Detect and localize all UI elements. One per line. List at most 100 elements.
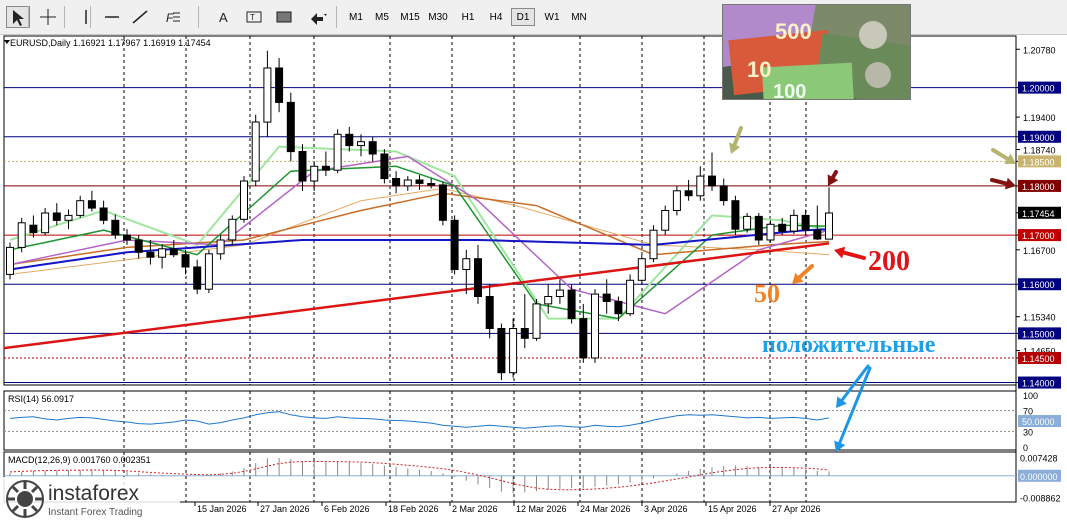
price-tick-label: 1.19400 — [1023, 113, 1056, 123]
bearish-candle — [520, 328, 529, 339]
bearish-candle — [708, 175, 716, 187]
bullish-candle — [263, 67, 272, 123]
bearish-candle — [321, 165, 330, 171]
currency-banknotes-image: 500 10 100 — [722, 4, 911, 100]
bearish-candle — [298, 151, 307, 182]
bearish-candle — [450, 219, 459, 271]
bearish-candle — [368, 141, 377, 155]
annotation-200: 200 — [868, 246, 910, 277]
bearish-candle — [415, 179, 424, 184]
rsi-label: RSI(14) 56.0917 — [8, 394, 74, 404]
bullish-candle — [591, 293, 599, 359]
bearish-candle — [731, 200, 740, 230]
bullish-candle — [532, 303, 541, 339]
bearish-candle — [567, 289, 576, 320]
bearish-candle — [754, 215, 763, 241]
bullish-candle — [76, 200, 85, 216]
bearish-candle — [146, 251, 155, 258]
bearish-candle — [181, 254, 190, 268]
bullish-candle — [357, 141, 365, 147]
logo-name: instaforex — [48, 482, 140, 505]
price-tick-label: 1.15340 — [1023, 313, 1056, 323]
bullish-candle — [310, 165, 319, 182]
bullish-candle — [41, 212, 50, 234]
banknote-500-label: 500 — [775, 19, 812, 44]
date-label: 2 Mar 2026 — [452, 504, 498, 514]
bearish-candle — [684, 190, 693, 197]
bearish-candle — [169, 248, 178, 256]
bullish-candle — [661, 210, 670, 231]
macd-tick-label: 0.000000 — [1020, 472, 1058, 482]
logo-tagline: Instant Forex Trading — [48, 507, 143, 518]
bullish-candle — [743, 215, 752, 230]
date-label: 27 Jan 2026 — [260, 504, 310, 514]
bullish-candle — [696, 175, 705, 197]
rsi-tick-label: 30 — [1023, 427, 1033, 437]
macd-tick-label: 0.007428 — [1020, 454, 1058, 464]
bullish-candle — [216, 239, 225, 255]
bullish-candle — [462, 258, 471, 271]
bearish-candle — [87, 200, 96, 209]
bullish-candle — [766, 223, 775, 241]
bullish-candle — [240, 180, 248, 220]
price-tick-label: 1.14000 — [1022, 379, 1055, 389]
date-axis: 15 Jan 2026 27 Jan 2026 6 Feb 2026 18 Feb 2… — [194, 502, 821, 514]
date-label: 15 Apr 2026 — [708, 504, 757, 514]
instaforex-logo: instaforex Instant Forex Trading — [0, 477, 180, 523]
price-tick-label: 1.20780 — [1023, 45, 1056, 55]
bearish-candle — [485, 296, 494, 329]
bearish-candle — [497, 328, 506, 374]
bullish-candle — [251, 121, 260, 182]
bearish-candle — [778, 223, 787, 232]
macd-tick-label: -0.008862 — [1020, 493, 1061, 503]
bullish-candle — [789, 214, 798, 232]
bearish-candle — [602, 293, 611, 303]
price-tick-label: 1.16000 — [1022, 280, 1055, 290]
bearish-candle — [719, 185, 728, 202]
bearish-candle — [111, 219, 120, 236]
date-label: 6 Feb 2026 — [324, 504, 370, 514]
price-tick-label: 1.18000 — [1022, 182, 1055, 192]
date-label: 3 Apr 2026 — [644, 504, 688, 514]
price-tick-label: 1.16700 — [1023, 246, 1056, 256]
bearish-candle — [801, 214, 810, 231]
bullish-candle — [672, 190, 681, 212]
date-label: 27 Apr 2026 — [772, 504, 821, 514]
bearish-candle — [614, 300, 623, 315]
bullish-candle — [17, 222, 26, 248]
bullish-candle — [544, 296, 553, 305]
price-tick-label: 1.14500 — [1022, 354, 1055, 364]
annotation-50: 50 — [754, 279, 780, 308]
bearish-candle — [474, 258, 482, 298]
bullish-candle — [333, 133, 342, 171]
date-label: 15 Jan 2026 — [197, 504, 247, 514]
banknote-10-label: 10 — [747, 57, 771, 82]
bearish-candle — [275, 67, 284, 103]
bearish-candle — [286, 101, 295, 153]
price-tick-label: 1.18740 — [1023, 146, 1056, 156]
date-label: 12 Mar 2026 — [516, 504, 567, 514]
rsi-panel-frame — [3, 390, 1017, 451]
bullish-candle — [228, 218, 237, 241]
bullish-candle — [626, 279, 635, 315]
price-tick-label: 1.18500 — [1022, 157, 1055, 167]
price-tick-label: 1.20000 — [1022, 84, 1055, 94]
arrow-darkred-candle-shaft — [830, 170, 838, 180]
chart-title: EURUSD,Daily 1.16921 1.17967 1.16919 1.1… — [10, 38, 211, 48]
instaforex-logo-icon — [6, 480, 44, 518]
bullish-candle — [555, 289, 564, 298]
macd-label: MACD(12,26,9) 0.001760 0.002351 — [8, 455, 151, 465]
rsi-tick-label: 0 — [1023, 443, 1028, 453]
date-label: 18 Feb 2026 — [388, 504, 439, 514]
bullish-candle — [649, 229, 658, 260]
banknote-100-label: 100 — [773, 81, 806, 100]
price-tick-label: 1.17000 — [1022, 231, 1055, 241]
bearish-candle — [193, 266, 202, 290]
bearish-candle — [52, 212, 61, 221]
bearish-candle — [579, 318, 588, 359]
bearish-candle — [99, 207, 108, 221]
bullish-candle — [204, 253, 213, 290]
bullish-candle — [64, 214, 73, 221]
bearish-candle — [438, 184, 447, 221]
rsi-tick-label: 100 — [1023, 391, 1038, 401]
